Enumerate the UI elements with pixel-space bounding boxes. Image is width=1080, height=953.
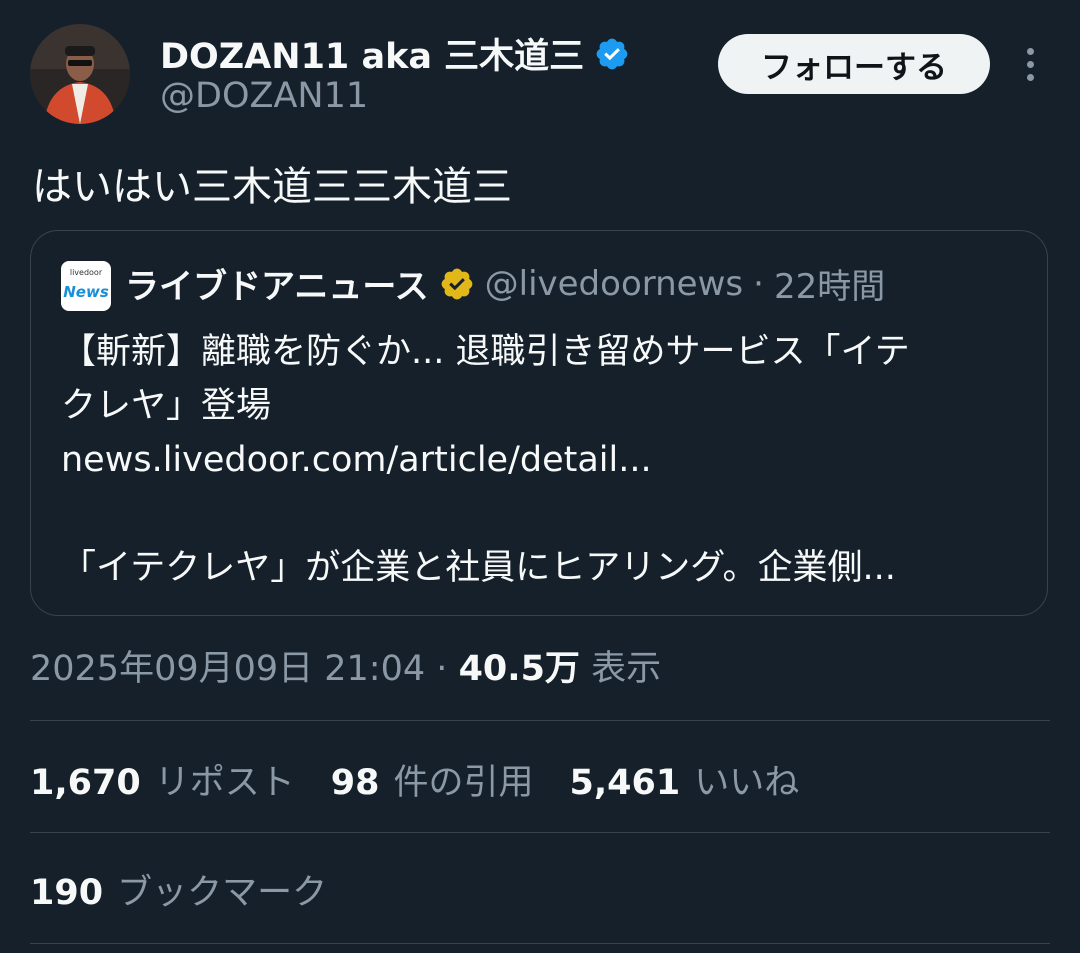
- views-label: 表示: [591, 649, 662, 689]
- quotes-count: 98: [330, 763, 380, 803]
- timestamp-separator: ·: [436, 649, 448, 689]
- display-name[interactable]: DOZAN11 aka 三木道三: [160, 28, 630, 79]
- likes-label: いいね: [694, 763, 800, 803]
- timestamp[interactable]: 2025年09月09日 21:04: [30, 649, 425, 689]
- divider: [30, 832, 1050, 833]
- avatar-image: [30, 24, 130, 124]
- reposts-label: リポスト: [154, 763, 295, 803]
- quoted-handle: @livedoornews: [484, 263, 744, 304]
- bookmarks-stat[interactable]: 190 ブックマーク: [30, 864, 327, 915]
- likes-count: 5,461: [569, 763, 681, 803]
- reposts-stat[interactable]: 1,670 リポスト: [30, 754, 295, 805]
- quoted-time: 22時間: [773, 267, 886, 307]
- gold-verified-badge-icon: [441, 268, 472, 299]
- quoted-tweet-card[interactable]: livedoor News ライブドアニュース @livedoornews · …: [30, 230, 1048, 616]
- quoted-spacer: [61, 487, 1031, 541]
- timestamp-row: 2025年09月09日 21:04 · 40.5万 表示: [30, 640, 661, 691]
- follow-button[interactable]: フォローする: [718, 34, 990, 94]
- avatar[interactable]: [30, 24, 130, 124]
- more-dot: [1026, 73, 1034, 81]
- bookmarks-count: 190: [30, 873, 104, 913]
- quotes-stat[interactable]: 98 件の引用: [331, 754, 534, 805]
- quoted-display-name: ライブドアニュース: [125, 267, 429, 307]
- quoted-line-2: クレヤ」登場: [61, 386, 272, 426]
- likes-stat[interactable]: 5,461 いいね: [569, 754, 799, 805]
- tweet-text: はいはい三木道三三木道三: [32, 164, 512, 210]
- reposts-count: 1,670: [30, 763, 141, 803]
- divider: [30, 720, 1050, 721]
- more-options-icon[interactable]: [1010, 44, 1050, 84]
- user-handle[interactable]: @DOZAN11: [160, 76, 368, 116]
- bookmarks-label: ブックマーク: [117, 873, 328, 913]
- views-count: 40.5万: [458, 649, 580, 689]
- logo-big-text: News: [63, 283, 109, 301]
- verified-badge-icon: [596, 38, 628, 69]
- quoted-separator: ·: [753, 263, 764, 304]
- engagement-stats: 1,670 リポスト 98 件の引用 5,461 いいね: [30, 754, 799, 805]
- divider: [30, 943, 1050, 944]
- quotes-label: 件の引用: [393, 763, 534, 803]
- display-name-text: DOZAN11 aka 三木道三: [160, 37, 585, 77]
- more-dot: [1026, 47, 1034, 55]
- quoted-tweet-header: ライブドアニュース @livedoornews · 22時間: [125, 259, 885, 308]
- livedoor-news-logo: livedoor News: [61, 261, 111, 311]
- more-dot: [1026, 60, 1034, 68]
- quoted-link[interactable]: news.livedoor.com/article/detail...: [61, 433, 1031, 487]
- logo-small-text: livedoor: [69, 268, 103, 277]
- quoted-tweet-body: 【斬新】離職を防ぐか... 退職引き留めサービス「イテ クレヤ」登場 news.…: [61, 325, 1031, 595]
- quoted-line-3: 「イテクレヤ」が企業と社員にヒアリング。企業側...: [61, 548, 896, 588]
- tweet-detail-page: DOZAN11 aka 三木道三 @DOZAN11 フォローする はいはい三木道…: [0, 0, 1080, 953]
- quoted-line-1: 【斬新】離職を防ぐか... 退職引き留めサービス「イテ: [61, 332, 910, 372]
